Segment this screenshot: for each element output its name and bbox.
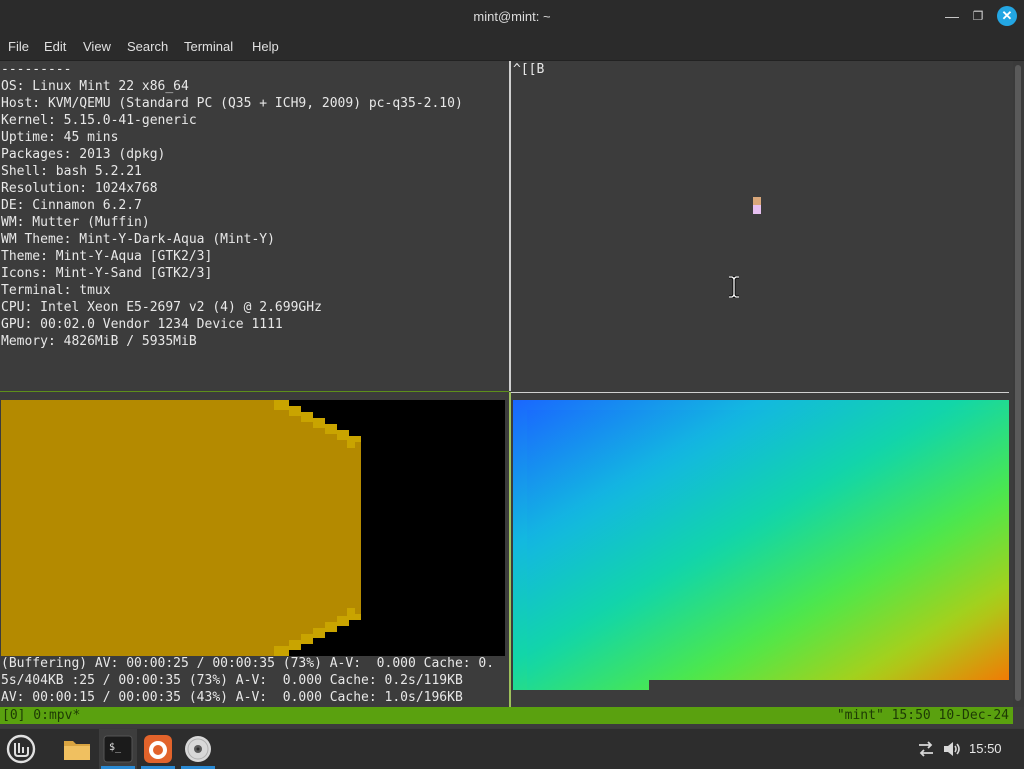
mpv-status-line: (Buffering) AV: 00:00:25 / 00:00:35 (73%…: [1, 656, 495, 671]
neofetch-line: Resolution: 1024x768: [1, 181, 158, 196]
neofetch-line: GPU: 00:02.0 Vendor 1234 Device 1111: [1, 317, 283, 332]
neofetch-line: OS: Linux Mint 22 x86_64: [1, 79, 189, 94]
menu-search[interactable]: Search: [127, 33, 168, 60]
window-titlebar[interactable]: mint@mint: ~ — ❐ ✕: [0, 0, 1024, 33]
minimize-button[interactable]: —: [942, 6, 962, 26]
window-title: mint@mint: ~: [473, 9, 551, 24]
mpv-status-line: AV: 00:00:15 / 00:00:35 (43%) A-V: 0.000…: [1, 690, 463, 705]
pane-separator-vertical-bottom[interactable]: [509, 392, 511, 707]
pane-separator-horizontal-right[interactable]: [511, 392, 1009, 393]
mpv-video-left: [1, 400, 505, 656]
neofetch-line: Theme: Mint-Y-Aqua [GTK2/3]: [1, 249, 213, 264]
neofetch-line: WM: Mutter (Muffin): [1, 215, 150, 230]
neofetch-line: Host: KVM/QEMU (Standard PC (Q35 + ICH9,…: [1, 96, 463, 111]
neofetch-line: Memory: 4826MiB / 5935MiB: [1, 334, 197, 349]
terminal-cursor: [753, 197, 761, 214]
right-pane-text: ^[[B: [513, 62, 545, 77]
terminal-icon[interactable]: $_: [102, 733, 134, 765]
close-button[interactable]: ✕: [997, 6, 1017, 26]
disc-icon[interactable]: [182, 733, 214, 765]
mpv-video-right: [513, 400, 1009, 690]
tmux-status-bar: [0] 0:mpv* "mint" 15:50 10-Dec-24: [0, 707, 1013, 724]
neofetch-line: Shell: bash 5.2.21: [1, 164, 142, 179]
neofetch-line: Packages: 2013 (dpkg): [1, 147, 166, 162]
neofetch-line: ---------: [1, 62, 72, 77]
volume-icon[interactable]: [942, 739, 962, 759]
neofetch-line: Kernel: 5.15.0-41-generic: [1, 113, 197, 128]
mpv-video-frame-left: [1, 400, 505, 656]
network-icon[interactable]: [916, 739, 936, 759]
menu-bar: File Edit View Search Terminal Help: [0, 33, 1024, 61]
menu-terminal[interactable]: Terminal: [184, 33, 233, 60]
mint-menu-icon[interactable]: [5, 733, 37, 765]
taskbar: $_ 15:50: [0, 728, 1024, 769]
pane-separator-horizontal-left[interactable]: [0, 391, 509, 392]
clock[interactable]: 15:50: [969, 729, 1002, 769]
mpv-video-frame-right: [513, 400, 1009, 690]
menu-view[interactable]: View: [83, 33, 111, 60]
terminal-area[interactable]: --------- OS: Linux Mint 22 x86_64 Host:…: [0, 61, 1024, 728]
terminal-scrollbar[interactable]: [1013, 61, 1024, 707]
neofetch-line: Terminal: tmux: [1, 283, 111, 298]
neofetch-line: CPU: Intel Xeon E5-2697 v2 (4) @ 2.699GH…: [1, 300, 322, 315]
neofetch-line: Icons: Mint-Y-Sand [GTK2/3]: [1, 266, 213, 281]
neofetch-line: Uptime: 45 mins: [1, 130, 119, 145]
neofetch-line: DE: Cinnamon 6.2.7: [1, 198, 142, 213]
maximize-button[interactable]: ❐: [968, 6, 988, 26]
neofetch-line: WM Theme: Mint-Y-Dark-Aqua (Mint-Y): [1, 232, 275, 247]
mouse-ibeam-icon: [729, 276, 739, 298]
scrollbar-thumb[interactable]: [1015, 65, 1021, 701]
tmux-window-list[interactable]: [0] 0:mpv*: [2, 707, 80, 724]
menu-file[interactable]: File: [8, 33, 29, 60]
terminal-icon-glyph: $_: [109, 742, 122, 753]
menu-edit[interactable]: Edit: [44, 33, 66, 60]
tmux-host-clock: "mint" 15:50 10-Dec-24: [836, 708, 1009, 723]
pane-separator-vertical-top[interactable]: [509, 61, 511, 391]
menu-help[interactable]: Help: [252, 33, 279, 60]
firefox-icon[interactable]: [142, 733, 174, 765]
files-icon[interactable]: [61, 733, 93, 765]
mpv-status-line: 5s/404KB :25 / 00:00:35 (73%) A-V: 0.000…: [1, 673, 463, 688]
